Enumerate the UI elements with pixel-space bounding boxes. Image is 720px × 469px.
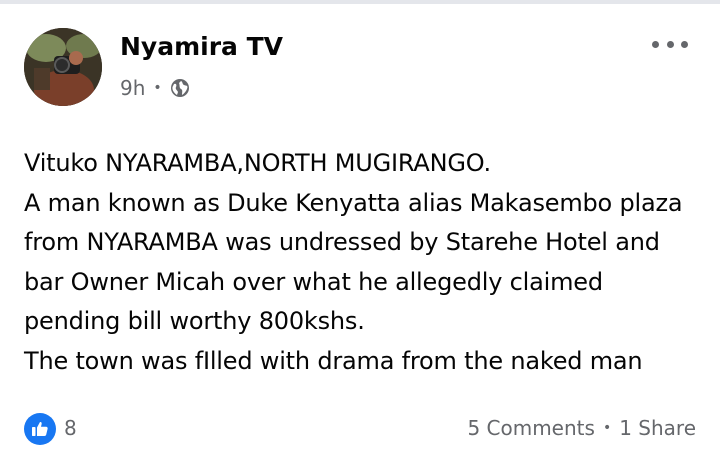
post-meta: 9h • (120, 76, 190, 100)
more-dot (652, 40, 659, 48)
author-name[interactable]: Nyamira TV (120, 32, 283, 61)
post-text-line: The town was fIlled with drama from the … (24, 346, 643, 375)
post-text-line: A man known as Duke Kenyatta alias Makas… (24, 188, 683, 217)
post-text-line: pending bill worthy 800kshs. (24, 307, 365, 335)
post-text-line: from NYARAMBA was undressed by Starehe H… (24, 228, 660, 256)
engagement-summary: 5 Comments • 1 Share (467, 416, 696, 440)
top-divider (0, 0, 720, 4)
avatar-image (24, 28, 102, 106)
globe-icon[interactable] (170, 78, 190, 98)
more-options-icon[interactable] (652, 34, 688, 54)
post-footer: 8 5 Comments • 1 Share (24, 412, 696, 446)
post-text: Vituko NYARAMBA,NORTH MUGIRANGO. A man k… (24, 144, 700, 381)
reaction-count[interactable]: 8 (64, 416, 77, 440)
engagement-separator: • (602, 420, 612, 436)
more-dot (666, 40, 674, 48)
post-text-line: bar Owner Micah over what he allegedly c… (24, 267, 603, 296)
avatar[interactable] (24, 28, 102, 106)
more-dot (681, 40, 688, 48)
post-text-line: Vituko NYARAMBA,NORTH MUGIRANGO. (24, 149, 491, 177)
shares-link[interactable]: 1 Share (619, 416, 696, 440)
post-timestamp[interactable]: 9h (120, 76, 145, 100)
comments-link[interactable]: 5 Comments (467, 416, 595, 440)
post-header: Nyamira TV 9h • (24, 28, 696, 108)
like-icon[interactable] (24, 413, 56, 445)
meta-separator: • (153, 80, 162, 96)
